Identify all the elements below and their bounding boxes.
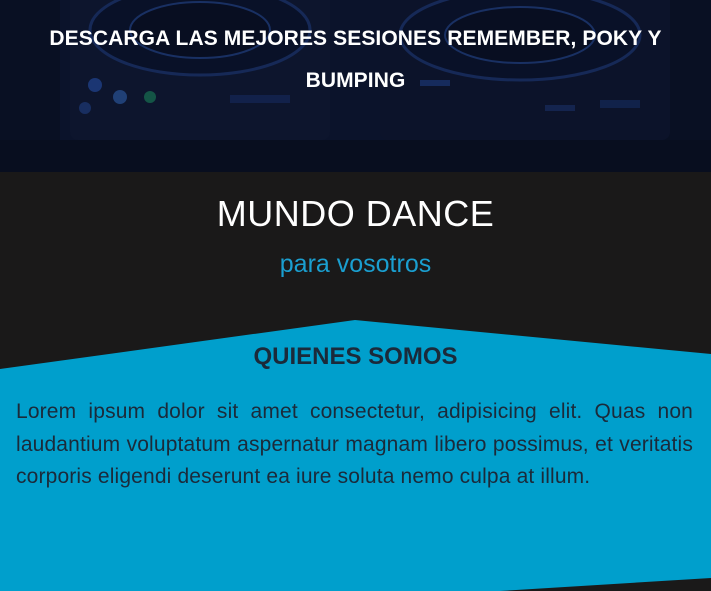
page: DESCARGA LAS MEJORES SESIONES REMEMBER, … (0, 0, 711, 591)
about-background-shape (0, 320, 711, 591)
about-text: Lorem ipsum dolor sit amet consectetur, … (16, 400, 693, 488)
about-heading: QUIENES SOMOS (253, 343, 458, 370)
